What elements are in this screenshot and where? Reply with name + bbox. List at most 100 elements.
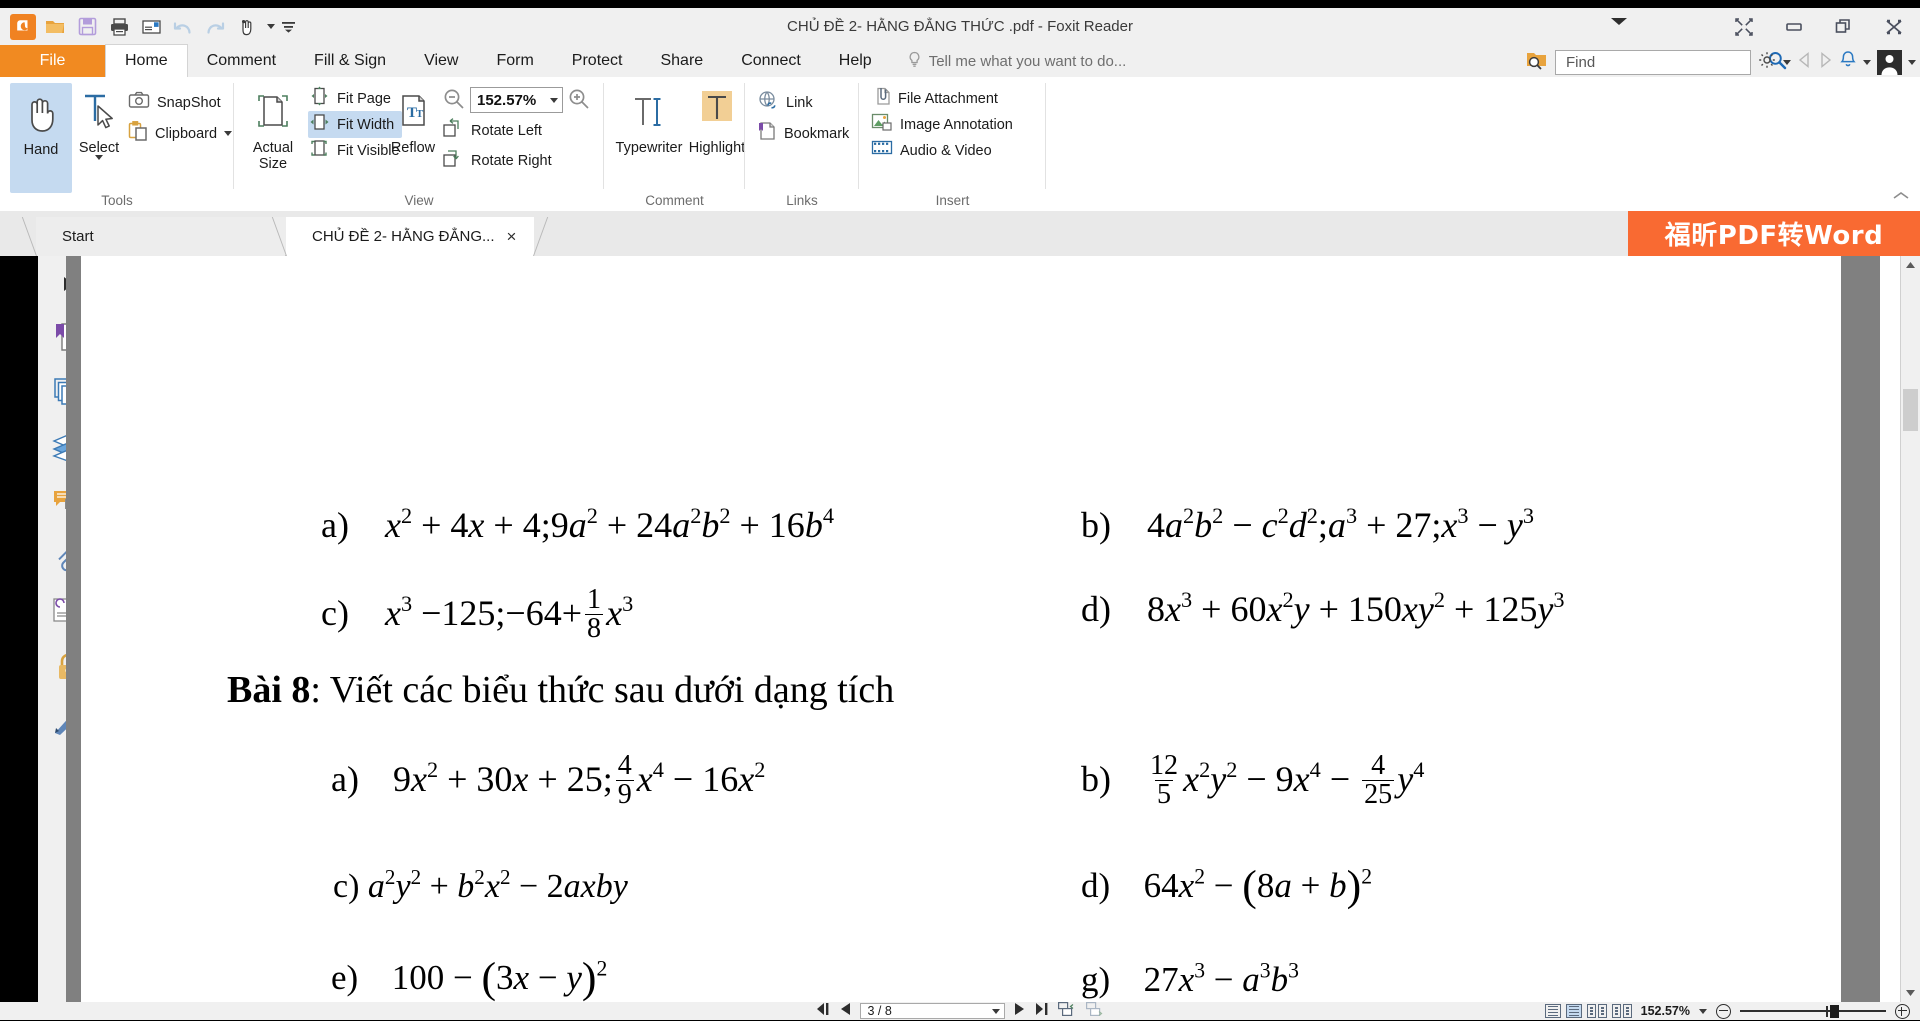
rotate-left-button[interactable]: Rotate Left (442, 117, 542, 144)
link-button[interactable]: Link (757, 89, 813, 116)
zoom-level-input[interactable]: 152.57% (470, 87, 563, 113)
fit-width-status-icon[interactable] (1085, 1001, 1104, 1021)
quick-access-dropdown-icon[interactable] (264, 12, 278, 42)
account-dropdown-icon[interactable] (1908, 59, 1916, 65)
select-tool-button[interactable]: Select (68, 83, 130, 178)
open-icon[interactable] (40, 12, 70, 42)
menu-tab-comment[interactable]: Comment (188, 45, 295, 77)
ribbon-group-insert: File Attachment Image Annotation Audio &… (859, 77, 1046, 211)
rotate-right-button[interactable]: Rotate Right (442, 147, 552, 174)
ribbon-group-tools: Hand Select SnapShot Clipboard Tools (0, 77, 234, 211)
audio-video-button[interactable]: Audio & Video (871, 137, 992, 164)
minimize-icon[interactable] (1774, 12, 1814, 42)
menu-tab-form[interactable]: Form (477, 45, 552, 77)
avatar[interactable] (1877, 49, 1902, 75)
scrollbar-thumb[interactable] (1903, 389, 1918, 431)
menu-tab-fill-sign[interactable]: Fill & Sign (295, 45, 405, 77)
menu-tab-view[interactable]: View (405, 45, 477, 77)
scroll-up-icon[interactable] (1901, 256, 1920, 275)
notifications-bell-icon[interactable] (1839, 50, 1857, 74)
scroll-down-icon[interactable] (1901, 983, 1920, 1002)
image-annotation-button[interactable]: Image Annotation (871, 111, 1013, 138)
tab-start-label: Start (62, 228, 94, 245)
tab-document[interactable]: CHỦ ĐỀ 2- HẰNG ĐẲNG... × (271, 217, 549, 256)
typewriter-button[interactable]: Typewriter (612, 83, 686, 156)
tab-list-dropdown-icon[interactable] (1610, 14, 1628, 32)
settings-dropdown-icon[interactable] (1783, 59, 1791, 65)
previous-page-icon[interactable] (840, 1002, 850, 1020)
menu-file[interactable]: File (0, 45, 105, 77)
next-page-icon[interactable] (1014, 1002, 1024, 1020)
gear-icon[interactable] (1757, 50, 1777, 75)
menu-tab-share[interactable]: Share (641, 45, 722, 77)
search-document-icon[interactable] (1525, 49, 1549, 76)
zoom-level-value: 152.57% (477, 91, 537, 109)
single-page-view-icon[interactable] (1544, 1004, 1561, 1018)
menu-tab-help[interactable]: Help (820, 45, 891, 77)
vertical-scrollbar[interactable] (1900, 256, 1920, 1002)
zoom-dropdown-icon[interactable] (550, 97, 558, 103)
last-page-icon[interactable] (1034, 1002, 1048, 1020)
promo-banner[interactable]: 福昕PDF转Word (1628, 211, 1920, 256)
math-expr-q7-b: 4a2b2 − c2d2;a3 + 27;x3 − y3 (1147, 503, 1534, 545)
file-attachment-button[interactable]: File Attachment (871, 85, 998, 112)
collapse-ribbon-icon[interactable] (1892, 189, 1910, 207)
page-number-input[interactable]: 3 / 8 (859, 1003, 1005, 1019)
zoom-in-icon (567, 89, 591, 115)
find-box[interactable] (1555, 49, 1787, 75)
ribbon-group-label-comment: Comment (645, 193, 704, 208)
tab-start[interactable]: Start (21, 217, 301, 256)
notifications-dropdown-icon[interactable] (1863, 59, 1871, 65)
bookmark-button[interactable]: Bookmark (757, 120, 849, 147)
save-icon[interactable] (72, 12, 102, 42)
print-icon[interactable] (104, 12, 134, 42)
hand-tool-icon[interactable] (232, 12, 262, 42)
snapshot-button[interactable]: SnapShot (128, 89, 221, 116)
zoom-out-button[interactable] (442, 87, 466, 116)
zoom-out-status-icon[interactable] (1716, 1003, 1731, 1019)
next-view-icon[interactable] (1818, 51, 1833, 73)
zoom-slider[interactable] (1740, 1004, 1886, 1018)
math-row-q7-d: d) 8x3 + 60x2y + 150xy2 + 125y3 (1081, 588, 1564, 630)
clipboard-label: Clipboard (155, 125, 218, 142)
fullscreen-icon[interactable] (1724, 12, 1764, 42)
previous-view-icon[interactable] (1797, 51, 1812, 73)
status-zoom-dropdown-icon[interactable] (1699, 1008, 1707, 1014)
facing-view-icon[interactable] (1586, 1004, 1607, 1018)
menu-tab-protect[interactable]: Protect (553, 45, 642, 77)
menu-tab-home[interactable]: Home (105, 44, 188, 77)
select-dropdown-icon[interactable] (95, 155, 103, 178)
zoom-in-button[interactable] (567, 87, 591, 116)
foxit-logo-icon[interactable] (8, 12, 38, 42)
ribbon-group-label-links: Links (786, 193, 818, 208)
menu-bar: File Home Comment Fill & Sign View Form … (0, 44, 1920, 77)
rotate-right-icon (442, 148, 464, 173)
zoom-in-status-icon[interactable] (1895, 1003, 1910, 1019)
select-tool-label: Select (78, 140, 120, 156)
first-page-icon[interactable] (816, 1002, 831, 1020)
highlight-button[interactable]: Highlight (686, 83, 748, 156)
left-rail-background (0, 256, 38, 1002)
reflow-button[interactable]: TT Reflow (382, 83, 444, 156)
clipboard-button[interactable]: Clipboard (128, 120, 233, 147)
email-icon[interactable] (136, 12, 166, 42)
clipboard-dropdown-icon[interactable] (224, 131, 233, 136)
continuous-facing-view-icon[interactable] (1611, 1004, 1632, 1018)
continuous-view-icon[interactable] (1565, 1004, 1582, 1018)
reflow-icon: TT (392, 89, 434, 138)
tell-me-search[interactable]: Tell me what you want to do... (891, 45, 1126, 77)
customize-toolbar-icon[interactable] (280, 12, 296, 42)
search-input[interactable] (1564, 52, 1767, 72)
menu-tab-connect[interactable]: Connect (722, 45, 820, 77)
fit-page-status-icon[interactable] (1057, 1001, 1076, 1021)
fit-page-button[interactable]: Fit Page (308, 85, 391, 112)
restore-icon[interactable] (1824, 12, 1864, 42)
page-dropdown-icon[interactable] (991, 1008, 1000, 1014)
document-view[interactable]: a) x2 + 4x + 4;9a2 + 24a2b2 + 16b4 b) 4a… (66, 256, 1880, 1002)
actual-size-button[interactable]: Actual Size (242, 83, 304, 172)
redo-icon[interactable] (200, 12, 230, 42)
hand-tool-button[interactable]: Hand (10, 83, 72, 193)
undo-icon[interactable] (168, 12, 198, 42)
close-icon[interactable] (1874, 12, 1914, 42)
bookmark-icon (757, 121, 777, 146)
